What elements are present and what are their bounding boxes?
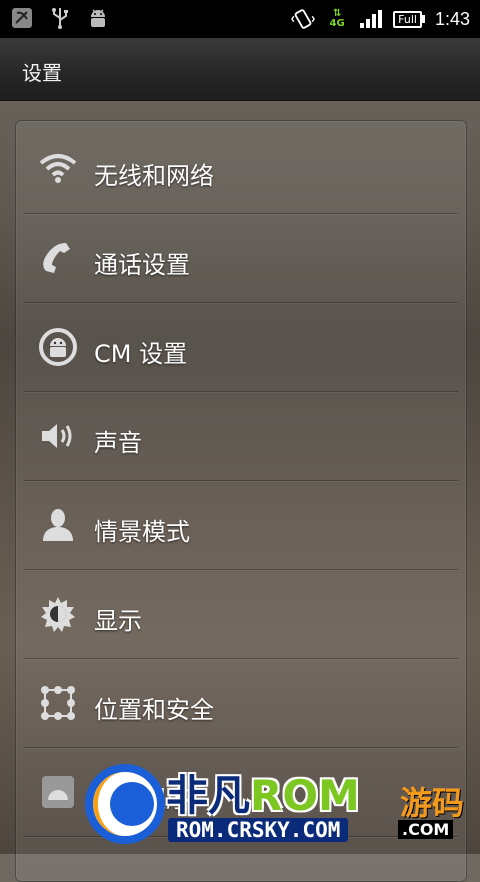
settings-item-label: CM 设置: [94, 340, 188, 368]
cell-signal-icon: [359, 7, 383, 31]
watermark-brand-prefix: 非凡: [166, 771, 251, 820]
cyanogenmod-icon: [38, 328, 78, 366]
4g-data-icon: ⇅ 4G: [329, 8, 345, 29]
watermark-brand: 非凡ROM: [166, 762, 360, 823]
watermark-url: ROM.CRSKY.COM: [168, 818, 349, 842]
signal-off-icon: [10, 6, 34, 30]
status-time: 1:43: [434, 8, 470, 29]
settings-item-display[interactable]: 显示: [24, 570, 458, 659]
phone-icon: [38, 240, 78, 276]
settings-item-label: 无线和网络: [94, 162, 214, 190]
settings-item-label: 情景模式: [94, 518, 190, 546]
wifi-icon: [38, 151, 78, 187]
person-icon: [38, 507, 78, 543]
battery-full-icon: Full: [393, 10, 425, 28]
watermark-brand-rom: ROM: [250, 771, 360, 820]
lock-pattern-icon: [38, 685, 78, 721]
settings-item-sound[interactable]: 声音: [24, 392, 458, 481]
settings-item-wireless[interactable]: 无线和网络: [24, 125, 458, 214]
page-title: 设置: [22, 61, 62, 85]
settings-item-label: 通话设置: [94, 251, 190, 279]
settings-item-cm[interactable]: CM 设置: [24, 303, 458, 392]
android-debug-icon: [86, 6, 110, 30]
settings-item-profiles[interactable]: 情景模式: [24, 481, 458, 570]
brightness-icon: [38, 596, 78, 632]
status-bar: ⇅ 4G Full 1:43: [0, 0, 480, 38]
status-right-icons: ⇅ 4G Full 1:43: [291, 0, 470, 38]
watermark-extra-text: 游码: [400, 784, 465, 822]
battery-label: Full: [393, 10, 422, 28]
watermark-extra-sub: .COM: [398, 820, 454, 839]
crsky-logo-icon: [80, 758, 170, 850]
applications-icon: [38, 774, 78, 810]
settings-item-label: 位置和安全: [94, 696, 214, 724]
settings-item-label: 显示: [94, 607, 142, 635]
status-left-icons: [10, 6, 110, 30]
vibrate-icon: [291, 7, 316, 31]
watermark: 非凡ROM ROM.CRSKY.COM 游码 .COM: [80, 758, 480, 854]
settings-item-call[interactable]: 通话设置: [24, 214, 458, 303]
title-bar: 设置: [0, 38, 480, 101]
settings-item-label: 声音: [94, 429, 142, 457]
usb-icon: [48, 6, 72, 30]
settings-item-location-security[interactable]: 位置和安全: [24, 659, 458, 748]
speaker-icon: [38, 418, 78, 454]
